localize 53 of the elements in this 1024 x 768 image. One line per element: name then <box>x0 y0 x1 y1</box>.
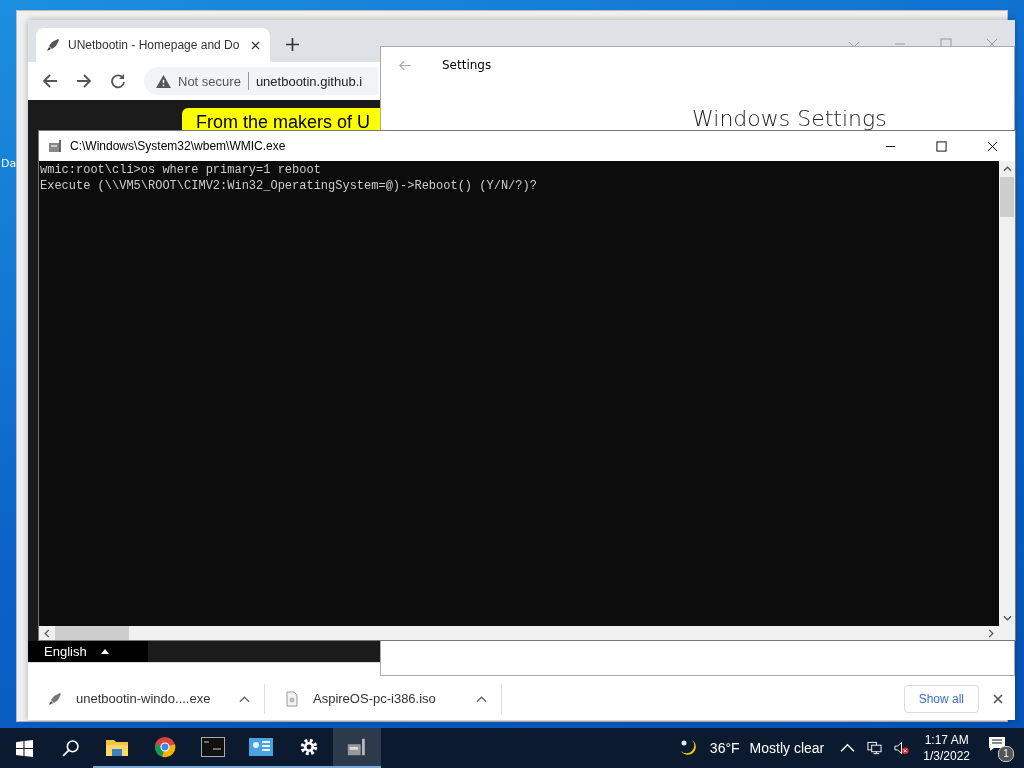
vertical-scrollbar[interactable] <box>999 161 1015 626</box>
taskbar-app[interactable] <box>333 728 381 768</box>
language-selector[interactable]: English <box>28 641 148 662</box>
search-icon[interactable] <box>62 739 79 757</box>
forward-arrow-icon[interactable] <box>76 73 92 89</box>
message-icon <box>988 736 1006 752</box>
page-heading: Windows Settings <box>692 107 887 131</box>
notifications-button[interactable]: 1 <box>988 736 1014 760</box>
maximize-icon[interactable] <box>936 140 947 152</box>
rocket-icon <box>46 38 60 52</box>
terminal-icon <box>201 736 225 758</box>
scrollbar-thumb[interactable] <box>1000 177 1014 217</box>
security-label: Not secure <box>178 73 241 89</box>
horizontal-scrollbar[interactable] <box>39 626 1015 640</box>
back-arrow-icon[interactable] <box>42 73 58 89</box>
reload-icon[interactable] <box>110 73 126 89</box>
close-icon[interactable] <box>987 140 998 152</box>
desktop-icon-label: Da <box>1 157 17 170</box>
network-icon[interactable] <box>867 741 883 755</box>
console-line: wmic:root\cli>os where primary=1 reboot <box>40 162 322 178</box>
notification-badge: 1 <box>998 746 1014 762</box>
url-text: unetbootin.github.i <box>255 73 363 89</box>
caret-icon[interactable] <box>239 694 250 703</box>
close-icon[interactable] <box>251 40 260 50</box>
tools-icon <box>48 138 64 154</box>
temperature-text[interactable]: 36°F <box>709 740 740 756</box>
show-all-button[interactable]: Show all <box>903 684 979 713</box>
caret-icon <box>100 649 109 654</box>
console-line: Execute (\\VM5\ROOT\CIMV2:Win32_OperatingSystem=@)->Reboot() (Y/N/?)? <box>40 178 538 194</box>
browser-tab[interactable]: UNetbootin - Homepage and Do <box>36 28 270 62</box>
rocket-icon <box>48 690 62 707</box>
download-item[interactable]: unetbootin-windo....exe <box>28 683 265 714</box>
close-icon[interactable] <box>993 693 1003 704</box>
address-bar[interactable]: Not secure unetbootin.github.i <box>144 67 378 95</box>
window-title: C:\Windows\System32\wbem\WMIC.exe <box>70 139 286 153</box>
control-panel-icon <box>249 736 273 758</box>
new-tab-icon[interactable] <box>286 38 299 51</box>
windows-start-icon[interactable] <box>16 739 33 757</box>
file-icon <box>285 690 299 707</box>
scroll-left-icon[interactable] <box>44 628 50 638</box>
download-item[interactable]: AspireOS-pc-i386.iso <box>265 683 502 714</box>
scroll-right-icon[interactable] <box>988 628 994 638</box>
scrollbar-thumb[interactable] <box>55 626 129 640</box>
warning-icon <box>156 74 171 88</box>
muted-speaker-icon[interactable] <box>894 741 910 755</box>
caret-icon[interactable] <box>476 694 487 703</box>
scroll-down-icon[interactable] <box>1002 615 1012 621</box>
window-title: Settings <box>442 58 492 72</box>
scroll-up-icon[interactable] <box>1002 166 1012 172</box>
chevron-up-icon[interactable] <box>840 741 856 755</box>
weather-text[interactable]: Mostly clear <box>749 740 825 756</box>
browser-icon <box>153 736 177 758</box>
clock[interactable]: 1:17 AM 1/3/2022 <box>923 732 970 764</box>
